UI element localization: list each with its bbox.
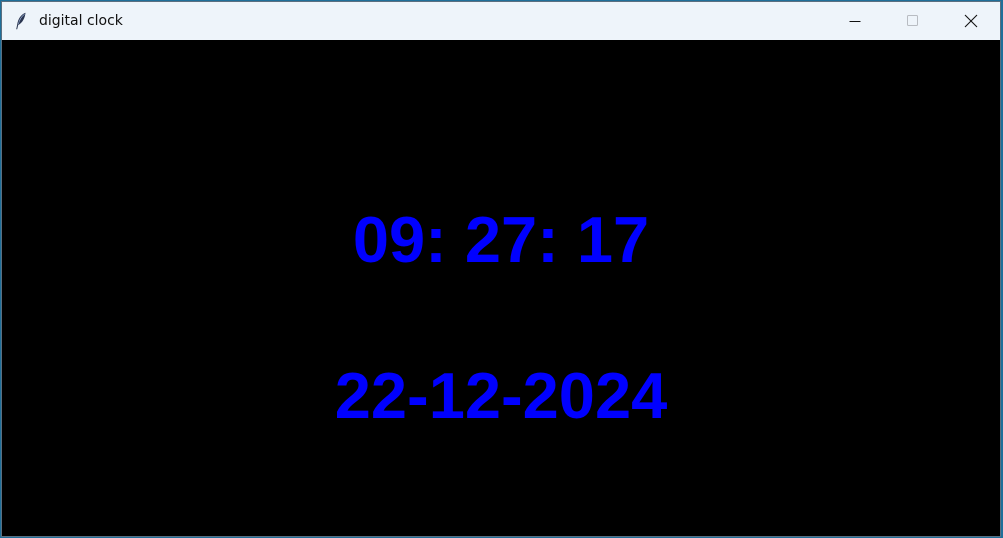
clock-display-area: 09: 27: 17 22-12-2024 (2, 40, 1000, 536)
close-icon (964, 14, 978, 28)
close-button[interactable] (942, 2, 1000, 40)
feather-icon (14, 12, 28, 30)
app-window: digital clock 09: 27: 17 22-12-2024 (1, 1, 1001, 537)
maximize-button[interactable] (884, 2, 942, 40)
minimize-icon (849, 15, 861, 27)
minimize-button[interactable] (826, 2, 884, 40)
window-title: digital clock (39, 13, 123, 29)
date-label: 22-12-2024 (334, 359, 668, 432)
time-label: 09: 27: 17 (352, 203, 650, 276)
maximize-icon (907, 15, 919, 27)
window-controls (826, 2, 1000, 40)
title-bar[interactable]: digital clock (2, 2, 1000, 40)
